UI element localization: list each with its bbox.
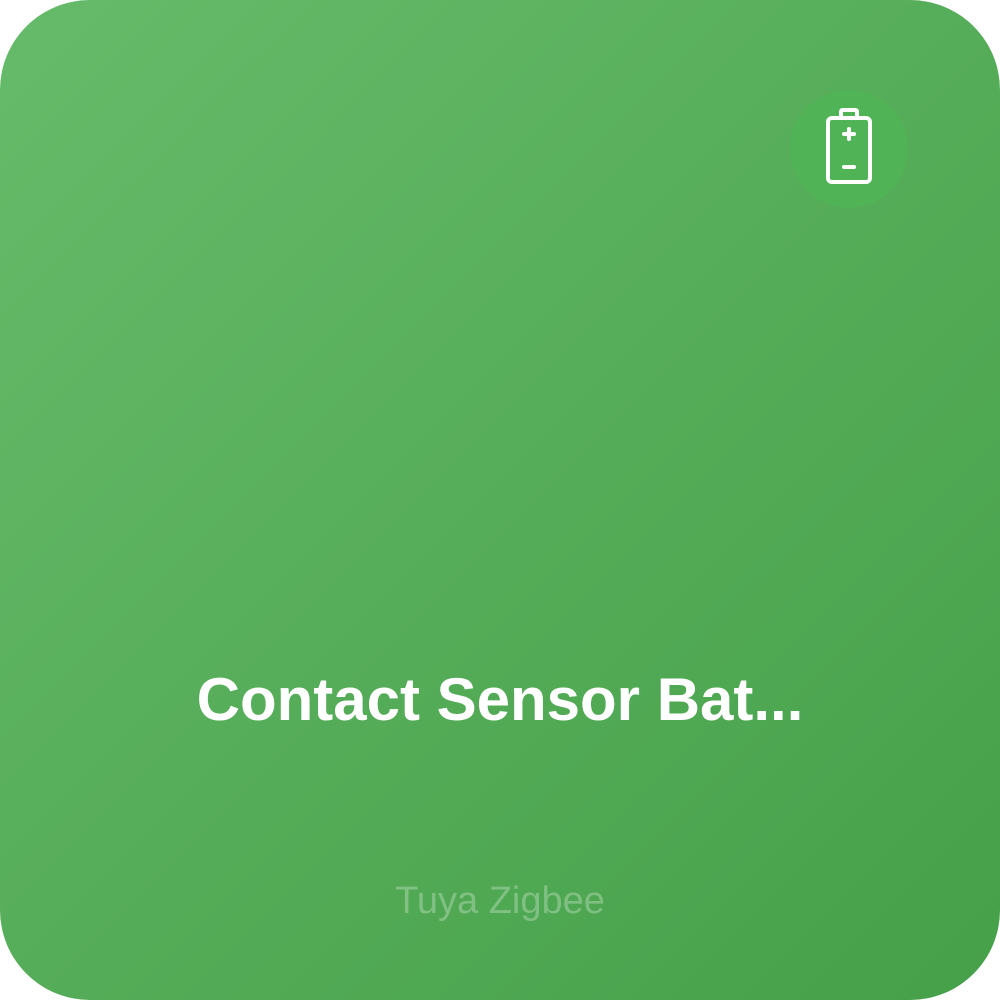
battery-icon [826, 108, 872, 184]
battery-icon-badge [790, 90, 908, 208]
device-subtitle: Tuya Zigbee [395, 880, 605, 922]
device-name: Contact Sensor Bat... [196, 666, 804, 733]
device-card[interactable]: Contact Sensor Bat... Tuya Zigbee [0, 0, 1000, 1000]
